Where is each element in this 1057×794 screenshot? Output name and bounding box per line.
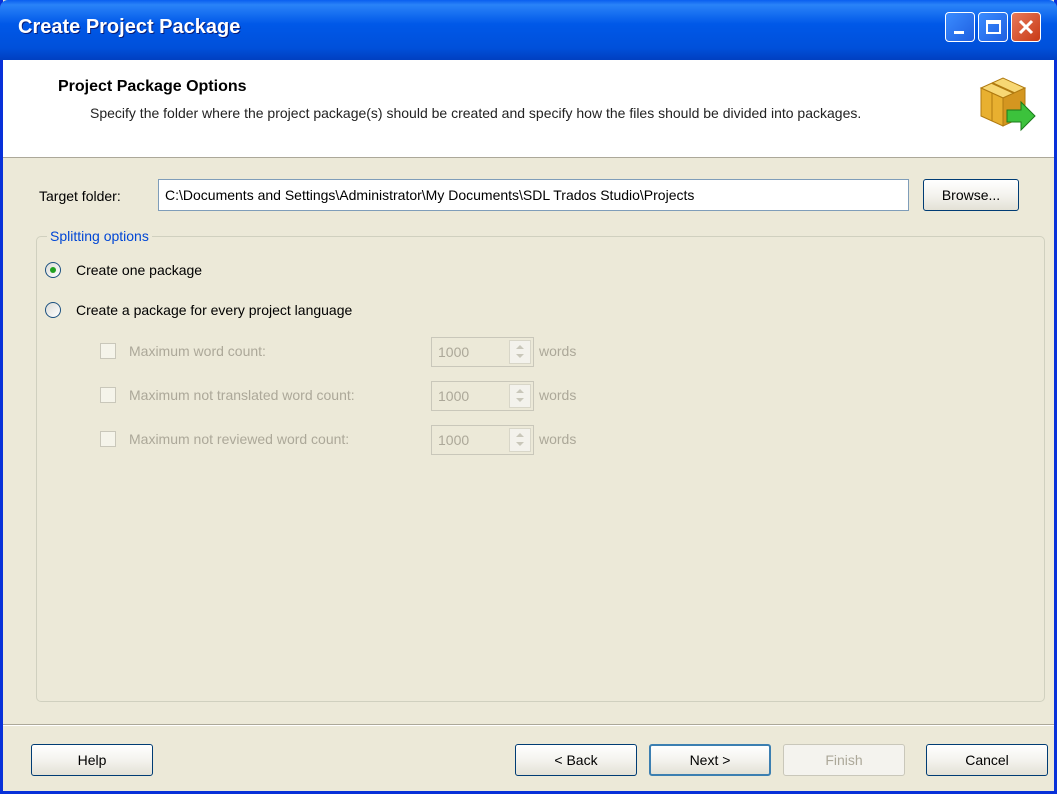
maximize-button[interactable] [978, 12, 1008, 42]
close-icon [1018, 19, 1034, 35]
create-one-package-label[interactable]: Create one package [76, 262, 202, 278]
finish-button[interactable]: Finish [783, 744, 905, 776]
stepper-value: 1000 [438, 344, 470, 360]
max-not-reviewed-stepper[interactable]: 1000 [431, 425, 534, 455]
window-title: Create Project Package [18, 16, 241, 38]
max-word-count-checkbox[interactable] [100, 343, 116, 359]
page-description: Specify the folder where the project pac… [90, 105, 862, 121]
footer-divider [3, 724, 1054, 726]
spin-up-icon [516, 389, 524, 393]
stepper-arrows[interactable] [509, 340, 531, 364]
spin-up-icon [516, 433, 524, 437]
max-not-translated-stepper[interactable]: 1000 [431, 381, 534, 411]
words-unit-label: words [539, 343, 577, 359]
stepper-arrows[interactable] [509, 428, 531, 452]
words-unit-label: words [539, 387, 577, 403]
package-per-language-radio[interactable] [45, 302, 61, 318]
max-not-reviewed-checkbox[interactable] [100, 431, 116, 447]
package-arrow-icon [979, 77, 1036, 132]
splitting-options-legend: Splitting options [47, 228, 152, 244]
words-unit-label: words [539, 431, 577, 447]
max-not-translated-checkbox[interactable] [100, 387, 116, 403]
stepper-value: 1000 [438, 432, 470, 448]
spin-up-icon [516, 345, 524, 349]
title-bar[interactable]: Create Project Package [0, 0, 1057, 60]
target-folder-input[interactable]: C:\Documents and Settings\Administrator\… [158, 179, 909, 211]
spin-down-icon [516, 398, 524, 402]
minimize-button[interactable] [945, 12, 975, 42]
max-not-translated-label: Maximum not translated word count: [129, 387, 355, 403]
max-not-reviewed-label: Maximum not reviewed word count: [129, 431, 350, 447]
max-word-count-stepper[interactable]: 1000 [431, 337, 534, 367]
help-button[interactable]: Help [31, 744, 153, 776]
max-word-count-label: Maximum word count: [129, 343, 266, 359]
spin-down-icon [516, 354, 524, 358]
radio-selected-dot [50, 267, 56, 273]
spin-down-icon [516, 442, 524, 446]
target-folder-label: Target folder: [39, 188, 121, 204]
stepper-value: 1000 [438, 388, 470, 404]
browse-button[interactable]: Browse... [923, 179, 1019, 211]
create-one-package-radio[interactable] [45, 262, 61, 278]
minimize-icon [954, 31, 964, 34]
package-per-language-label[interactable]: Create a package for every project langu… [76, 302, 352, 318]
back-button[interactable]: < Back [515, 744, 637, 776]
page-title: Project Package Options [58, 78, 247, 95]
cancel-button[interactable]: Cancel [926, 744, 1048, 776]
stepper-arrows[interactable] [509, 384, 531, 408]
maximize-icon [986, 20, 1001, 34]
wizard-header: Project Package Options Specify the fold… [3, 60, 1054, 158]
close-button[interactable] [1011, 12, 1041, 42]
dialog-window: Create Project Package Project Package O… [0, 0, 1057, 794]
next-button[interactable]: Next > [649, 744, 771, 776]
